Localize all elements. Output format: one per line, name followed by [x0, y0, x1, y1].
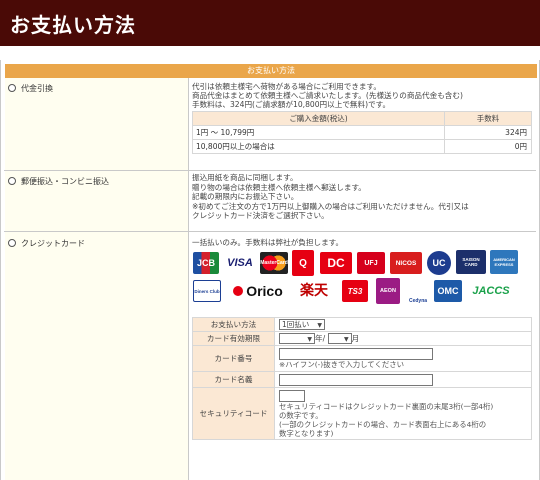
radio-button[interactable]	[8, 84, 16, 92]
security-code-note-1: セキュリティコードはクレジットカード裏面の末尾3桁(一部4桁)	[279, 401, 494, 411]
security-code-label: セキュリティコード	[192, 387, 275, 440]
card-number-input[interactable]	[279, 348, 433, 360]
expiry-year-select[interactable]: ▼	[279, 333, 315, 345]
card-number-label: カード番号	[192, 345, 275, 372]
method-postal[interactable]: 郵便振込・コンビニ振込	[8, 176, 109, 187]
postal-description-3: 記載の期限内にお振込下さい。	[192, 192, 299, 201]
security-code-note-3: (一部のクレジットカードの場合、カード表面右上にある4桁の	[279, 419, 487, 429]
diners-logo: Diners Club	[193, 280, 221, 302]
page-header: お支払い方法	[0, 0, 540, 46]
fee-amount: 0円	[444, 139, 532, 154]
q-card-logo: Q	[292, 250, 314, 276]
aeon-logo: AEON	[376, 278, 400, 304]
row-divider	[4, 170, 536, 171]
credit-intro: 一括払いのみ。手数料は弊社が負担します。	[192, 238, 344, 247]
card-number-note: ※ハイフン(-)抜きで入力してください	[279, 360, 405, 369]
cod-description-3: 手数料は、324円(ご請求額が10,800円以上で無料)です。	[192, 100, 391, 109]
fee-table-header: 手数料	[444, 111, 532, 126]
jcb-logo: JCB	[193, 252, 219, 274]
uc-logo: UC	[427, 251, 451, 275]
jaccs-logo: JACCS	[465, 280, 517, 302]
fee-range: 1円 ～ 10,799円	[192, 125, 445, 140]
card-name-label: カード名義	[192, 371, 275, 388]
security-code-input[interactable]	[279, 389, 305, 402]
radio-button[interactable]	[8, 177, 16, 185]
method-label-text: クレジットカード	[21, 239, 85, 248]
page-title: お支払い方法	[10, 13, 136, 37]
security-code-note-4: 数字となります)	[279, 428, 334, 438]
fee-amount: 324円	[444, 125, 532, 140]
fee-table-header: ご購入金額(税込)	[192, 111, 445, 126]
postal-description-4: ※初めてご注文の方で1万円以上御購入の場合はご利用いただけません。代引又は	[192, 201, 469, 211]
amex-logo: AMERICAN EXPRESS	[490, 250, 518, 274]
method-label-text: 代金引換	[21, 84, 53, 93]
omc-logo: OMC	[434, 280, 462, 302]
expiry-month-select[interactable]: ▼	[327, 333, 352, 345]
expiry-label: カード有効期限	[192, 331, 275, 346]
method-cod[interactable]: 代金引換	[8, 83, 53, 94]
method-label-text: 郵便振込・コンビニ振込	[21, 177, 109, 186]
fee-range: 10,800円以上の場合は	[192, 139, 445, 154]
nicos-logo: NICOS	[390, 252, 422, 274]
method-label-column	[5, 78, 188, 480]
saison-logo: SAISON CARD	[456, 250, 486, 274]
year-suffix: 年/	[315, 333, 326, 343]
dc-logo: DC	[320, 252, 352, 274]
row-divider	[4, 231, 536, 232]
orico-logo: Orico	[226, 280, 290, 302]
ts3-logo: TS3	[342, 280, 368, 302]
chevron-down-icon: ▼	[343, 336, 349, 344]
rakuten-logo: 楽天	[294, 277, 334, 302]
table-row: 10,800円以上の場合は 0円	[192, 139, 532, 154]
chevron-down-icon: ▼	[317, 322, 322, 329]
cedyna-logo: Cedyna	[405, 278, 431, 304]
postal-description-2: 贈り物の場合は依頼主様へ依頼主様へ郵送します。	[192, 182, 366, 192]
card-name-input[interactable]	[279, 373, 433, 386]
fee-table: ご購入金額(税込) 手数料 1円 ～ 10,799円 324円 10,800円以…	[192, 111, 532, 154]
credit-card-form: お支払い方法 1回払い ▼ カード有効期限 ▼ 年/ ▼ 月 カード番号 ※ハイフン(…	[192, 317, 532, 440]
security-code-note-2: の数字です。	[279, 410, 323, 420]
visa-logo: VISA	[223, 252, 257, 274]
postal-description-1: 振込用紙を商品に同梱します。	[192, 173, 298, 182]
chevron-down-icon: ▼	[307, 336, 312, 344]
table-row: 1円 ～ 10,799円 324円	[192, 125, 532, 140]
mastercard-logo: MasterCard	[260, 252, 288, 274]
radio-button[interactable]	[8, 239, 16, 247]
postal-description-5: クレジットカード決済をご選択下さい。	[192, 211, 329, 220]
payment-option-label: お支払い方法	[192, 317, 275, 332]
ufj-logo: UFJ	[357, 252, 385, 274]
payment-option-select[interactable]: 1回払い ▼	[279, 319, 325, 330]
method-credit[interactable]: クレジットカード	[8, 238, 85, 249]
month-suffix: 月	[351, 333, 360, 343]
table-caption: お支払い方法	[5, 64, 537, 78]
